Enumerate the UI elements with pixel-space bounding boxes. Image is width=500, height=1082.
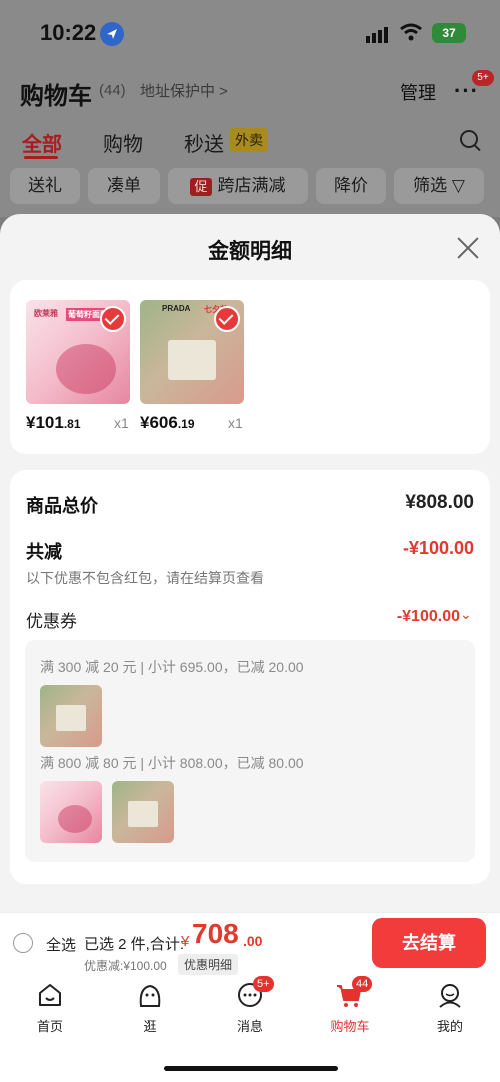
tab-cart[interactable]: 购物车 <box>320 1016 380 1035</box>
tab-home[interactable]: 首页 <box>20 1016 80 1035</box>
tab-underline <box>24 156 58 159</box>
battery-indicator: 37 <box>432 23 466 43</box>
checkout-button[interactable]: 去结算 <box>372 918 486 968</box>
thumb-graphic <box>56 705 86 731</box>
product-price: ¥101.81 <box>26 413 81 433</box>
price-main: ¥606 <box>140 413 178 432</box>
manage-button[interactable]: 管理 <box>400 79 436 105</box>
product-qty: x1 <box>114 415 129 431</box>
total-value: ¥808.00 <box>405 492 474 513</box>
tab-profile[interactable]: 我的 <box>420 1016 480 1035</box>
tab-shopping[interactable]: 购物 <box>103 128 143 157</box>
price-decimal: .19 <box>177 417 195 431</box>
product-image-brand: 欧莱雅 <box>34 309 58 318</box>
tab-browse[interactable]: 逛 <box>120 1016 180 1035</box>
discount-label: 共减 <box>26 542 62 562</box>
coupon-rule: 满 300 减 20 元 | 小计 695.00，已减 20.00 <box>40 659 304 675</box>
thumb-graphic <box>58 805 92 833</box>
search-icon[interactable] <box>460 130 478 148</box>
product-image-brand: PRADA <box>162 304 191 313</box>
product-price: ¥606.19 <box>140 413 195 433</box>
total-amount: 708 <box>192 918 239 949</box>
thumb-graphic <box>128 801 158 827</box>
cart-badge: 44 <box>352 976 373 992</box>
select-all-radio[interactable] <box>13 933 33 953</box>
tab-all[interactable]: 全部 <box>22 128 62 157</box>
chip-cross-store[interactable]: 促跨店满减 <box>168 168 308 204</box>
status-time: 10:22 <box>40 20 97 45</box>
tab-instant[interactable]: 秒送 <box>184 128 224 157</box>
product-image-graphic <box>56 344 116 394</box>
address-protection[interactable]: 地址保护中 > <box>140 80 228 101</box>
chevron-down-icon[interactable]: ⌄ <box>460 606 472 623</box>
sheet-title: 金额明细 <box>208 240 292 263</box>
discount-note: 以下优惠不包含红包，请在结算页查看 <box>26 570 264 586</box>
chip-fill-order[interactable]: 凑单 <box>88 168 160 204</box>
select-all-label[interactable]: 全选 <box>46 934 76 955</box>
more-badge: 5+ <box>472 70 494 86</box>
home-icon[interactable] <box>37 982 63 1008</box>
discount-summary: 优惠减:¥100.00 <box>84 959 167 973</box>
total-currency: ¥ <box>181 933 190 950</box>
chip-gift[interactable]: 送礼 <box>10 168 80 204</box>
product-qty: x1 <box>228 415 243 431</box>
discount-detail-button[interactable]: 优惠明细 <box>178 954 239 975</box>
cart-count: (44) <box>99 82 126 99</box>
home-indicator <box>164 1066 338 1071</box>
product-image-graphic <box>168 340 216 380</box>
selected-check-icon[interactable] <box>214 306 240 332</box>
message-badge: 5+ <box>253 976 274 992</box>
promo-tag: 促 <box>190 177 212 196</box>
coupon-value[interactable]: -¥100.00 <box>397 608 460 626</box>
coupon-product-thumb <box>40 781 102 843</box>
chip-cross-store-label: 跨店满减 <box>217 176 286 195</box>
chip-price-drop[interactable]: 降价 <box>316 168 386 204</box>
close-icon[interactable] <box>456 236 480 260</box>
coupon-product-thumb <box>112 781 174 843</box>
signal-icon <box>366 27 388 43</box>
selected-check-icon[interactable] <box>100 306 126 332</box>
location-arrow-icon <box>100 22 124 46</box>
takeout-tag: 外卖 <box>230 128 268 152</box>
total-decimal: .00 <box>243 933 263 949</box>
wifi-icon <box>400 23 422 41</box>
browse-icon[interactable] <box>137 982 163 1008</box>
price-main: ¥101 <box>26 413 64 432</box>
tab-message[interactable]: 消息 <box>220 1016 280 1035</box>
coupon-label: 优惠券 <box>26 612 77 631</box>
coupon-rule: 满 800 减 80 元 | 小计 808.00，已减 80.00 <box>40 755 304 771</box>
total-label: 商品总价 <box>26 496 98 516</box>
chip-filter[interactable]: 筛选 ▽ <box>394 168 484 204</box>
selected-summary: 已选 2 件,合计: <box>84 936 185 953</box>
discount-value: -¥100.00 <box>402 538 474 558</box>
price-decimal: .81 <box>63 417 81 431</box>
profile-icon[interactable] <box>437 982 463 1008</box>
page-title: 购物车 <box>20 83 92 110</box>
coupon-product-thumb <box>40 685 102 747</box>
